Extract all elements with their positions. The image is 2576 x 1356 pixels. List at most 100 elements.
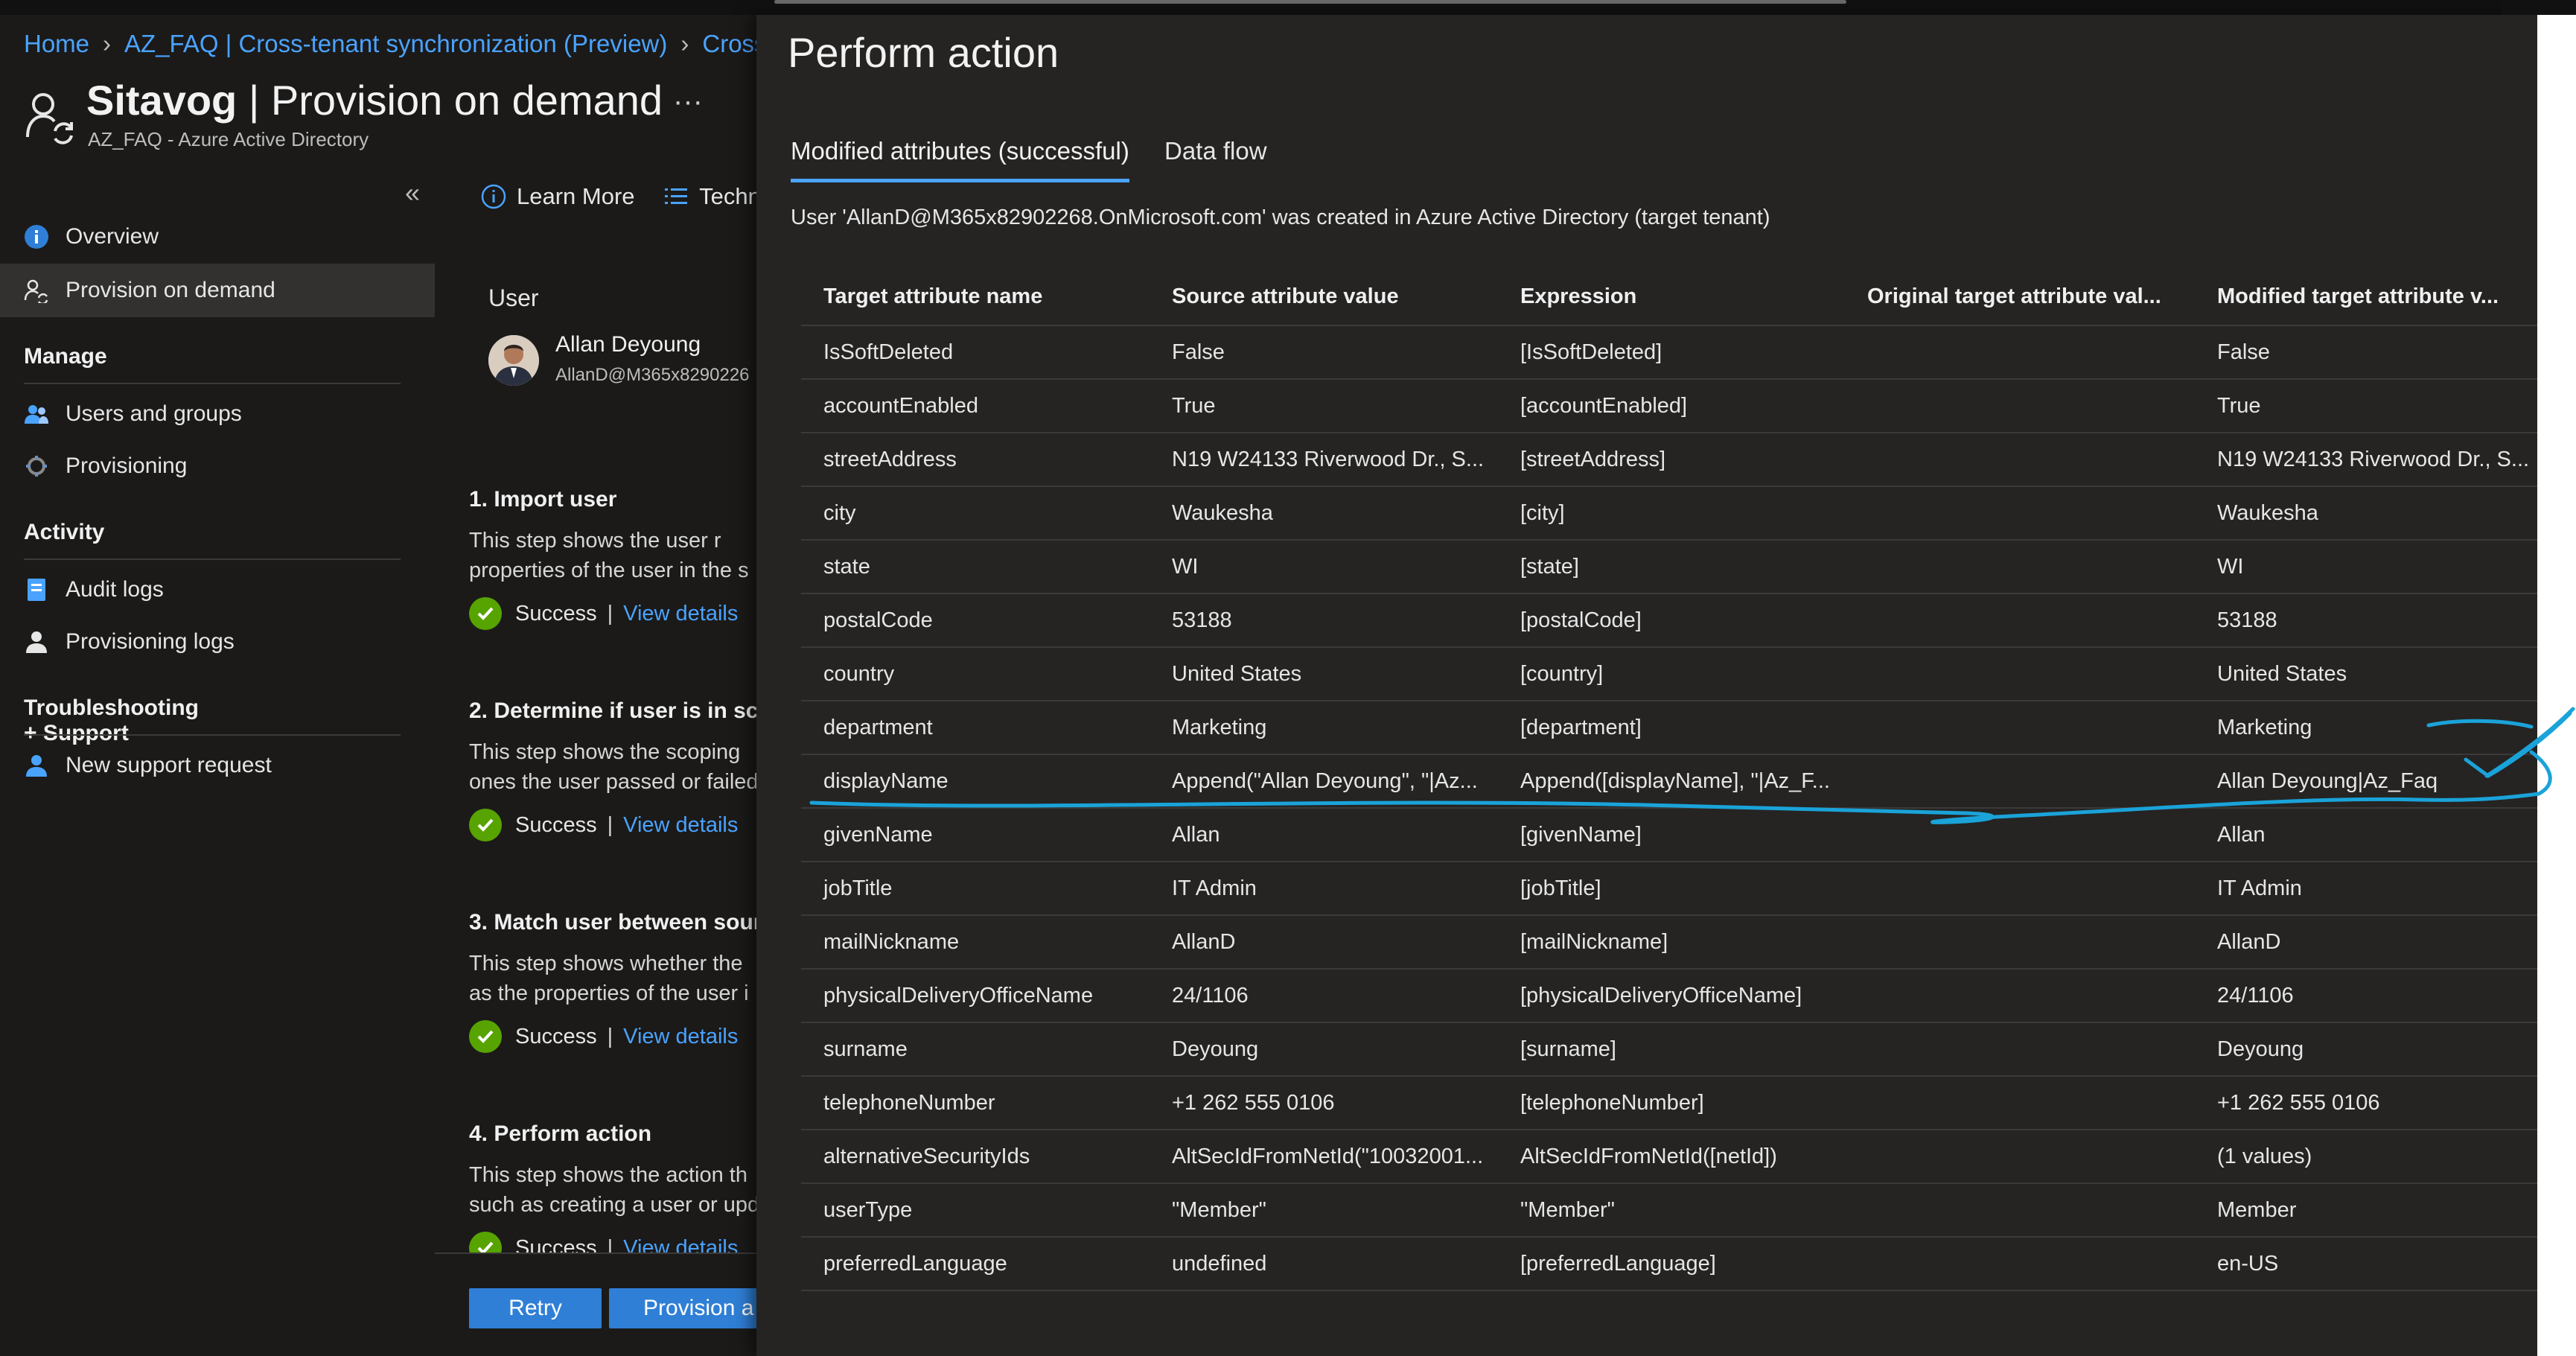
table-cell: streetAddress xyxy=(801,433,1150,487)
table-cell: surname xyxy=(801,1022,1150,1077)
table-row: physicalDeliveryOfficeName 24/1106 [physic… xyxy=(801,969,2537,1023)
nav-provisioning-logs[interactable]: Provisioning logs xyxy=(0,615,435,669)
user-sync-icon xyxy=(26,93,73,144)
nav-new-support-request[interactable]: New support request xyxy=(0,739,435,792)
table-cell: Marketing xyxy=(1150,701,1498,755)
table-cell: Append("Allan Deyoung", "|Az... xyxy=(1150,754,1498,809)
step-status: Success xyxy=(515,1024,597,1048)
nav-label: Overview xyxy=(66,224,159,249)
browser-top-bar xyxy=(0,0,2576,15)
table-cell xyxy=(1845,486,2195,541)
step-description: This step shows the user r properties of … xyxy=(469,526,767,585)
table-row: telephoneNumber +1 262 555 0106 [telephone… xyxy=(801,1076,2537,1130)
table-row: city Waukesha [city] Waukesha xyxy=(801,486,2537,541)
table-cell: [preferredLanguage] xyxy=(1498,1237,1845,1291)
nav-overview[interactable]: Overview xyxy=(0,210,435,264)
page-title-resource: Sitavog xyxy=(86,77,237,124)
chevron-right-icon: › xyxy=(680,30,689,57)
provision-button[interactable]: Provision a xyxy=(609,1288,758,1328)
table-cell: [givenName] xyxy=(1498,808,1845,862)
step-description-line: such as creating a user or upd xyxy=(469,1193,760,1217)
table-cell: [streetAddress] xyxy=(1498,433,1845,487)
table-cell: alternativeSecurityIds xyxy=(801,1130,1150,1184)
success-check-icon xyxy=(469,597,502,630)
table-cell: jobTitle xyxy=(801,862,1150,916)
table-cell: mailNickname xyxy=(801,915,1150,970)
nav-audit-logs[interactable]: Audit logs xyxy=(0,563,435,617)
table-cell: postalCode xyxy=(801,593,1150,648)
table-cell: physicalDeliveryOfficeName xyxy=(801,969,1150,1023)
table-cell xyxy=(1845,325,2195,380)
retry-button[interactable]: Retry xyxy=(469,1288,602,1328)
collapse-nav-button[interactable]: « xyxy=(405,177,420,209)
step-match-user: 3. Match user between sourc This step sh… xyxy=(469,910,775,1053)
table-row: country United States [country] United Stat… xyxy=(801,647,2537,701)
table-row: preferredLanguage undefined [preferredLang… xyxy=(801,1237,2537,1291)
tab-modified-attributes[interactable]: Modified attributes (successful) xyxy=(791,137,1129,182)
separator: | xyxy=(607,812,613,837)
table-row: streetAddress N19 W24133 Riverwood Dr., S… xyxy=(801,433,2537,487)
table-cell: False xyxy=(1150,325,1498,380)
success-check-icon xyxy=(469,809,502,841)
nav-label: Provision on demand xyxy=(66,278,275,302)
table-row: postalCode 53188 [postalCode] 53188 xyxy=(801,593,2537,648)
table-cell: +1 262 555 0106 xyxy=(1150,1076,1498,1130)
table-header-row: Target attribute name Source attribute v… xyxy=(801,268,2537,326)
breadcrumb-app[interactable]: AZ_FAQ | Cross-tenant synchronization (P… xyxy=(124,30,667,57)
table-cell: (1 values) xyxy=(2195,1130,2537,1184)
step-status: Success xyxy=(515,601,597,626)
step-determine-scope: 2. Determine if user is in scop This ste… xyxy=(469,698,785,841)
table-cell: [postalCode] xyxy=(1498,593,1845,648)
step-title: 4. Perform action xyxy=(469,1121,652,1146)
table-cell: country xyxy=(801,647,1150,701)
table-cell xyxy=(1845,540,2195,594)
user-upn: AllanD@M365x8290226 xyxy=(555,365,750,385)
table-cell: telephoneNumber xyxy=(801,1076,1150,1130)
column-header: Expression xyxy=(1498,268,1845,326)
support-user-icon xyxy=(24,753,49,778)
table-cell: 24/1106 xyxy=(2195,969,2537,1023)
step-description: This step shows the scoping ones the user… xyxy=(469,737,767,797)
learn-more-button[interactable]: Learn More xyxy=(481,183,635,210)
nav-users-and-groups[interactable]: Users and groups xyxy=(0,387,435,441)
table-cell: accountEnabled xyxy=(801,379,1150,433)
audit-log-icon xyxy=(24,577,49,602)
table-cell: [country] xyxy=(1498,647,1845,701)
technical-info-label: Techn xyxy=(699,183,761,209)
technical-info-button[interactable]: Techn xyxy=(663,183,761,210)
table-cell: city xyxy=(801,486,1150,541)
table-cell xyxy=(1845,1237,2195,1291)
view-details-link[interactable]: View details xyxy=(623,1236,738,1253)
table-cell: [telephoneNumber] xyxy=(1498,1076,1845,1130)
horizontal-scrollbar[interactable] xyxy=(774,0,1846,4)
table-row: state WI [state] WI xyxy=(801,540,2537,594)
step-title: 3. Match user between sourc xyxy=(469,910,775,935)
table-cell: [city] xyxy=(1498,486,1845,541)
view-details-link[interactable]: View details xyxy=(623,602,738,626)
table-cell: IT Admin xyxy=(2195,862,2537,916)
success-check-icon xyxy=(469,1020,502,1053)
divider xyxy=(24,734,401,736)
table-cell: Allan xyxy=(1150,808,1498,862)
info-outline-icon xyxy=(481,184,506,209)
breadcrumb-home[interactable]: Home xyxy=(24,30,89,57)
info-icon xyxy=(24,224,49,249)
table-cell: [physicalDeliveryOfficeName] xyxy=(1498,969,1845,1023)
list-icon xyxy=(665,188,688,204)
more-options-button[interactable]: ··· xyxy=(673,85,703,118)
page-edge xyxy=(2537,0,2576,1356)
perform-action-panel: Perform action Modified attributes (succ… xyxy=(756,15,2537,1356)
table-cell: en-US xyxy=(2195,1237,2537,1291)
table-cell: WI xyxy=(2195,540,2537,594)
nav-provisioning[interactable]: Provisioning xyxy=(0,439,435,493)
step-perform-action: 4. Perform action This step shows the ac… xyxy=(469,1121,767,1252)
step-status: Success xyxy=(515,1235,597,1253)
view-details-link[interactable]: View details xyxy=(623,1025,738,1049)
nav-provision-on-demand[interactable]: Provision on demand xyxy=(0,264,435,317)
table-row: accountEnabled True [accountEnabled] True xyxy=(801,379,2537,433)
tab-data-flow[interactable]: Data flow xyxy=(1164,137,1267,179)
table-cell: Waukesha xyxy=(2195,486,2537,541)
separator: | xyxy=(607,1235,613,1253)
table-cell: undefined xyxy=(1150,1237,1498,1291)
view-details-link[interactable]: View details xyxy=(623,813,738,838)
